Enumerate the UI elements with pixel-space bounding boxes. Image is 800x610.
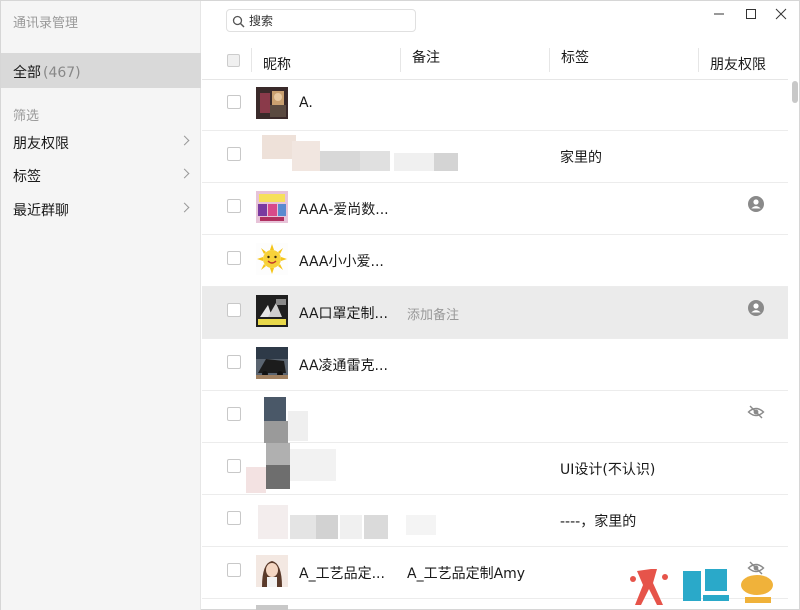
search-icon bbox=[232, 15, 245, 28]
row-checkbox[interactable] bbox=[227, 355, 241, 369]
sidebar-item-tags[interactable]: 标签 bbox=[1, 160, 201, 190]
contact-nickname: AA口罩定制... bbox=[299, 306, 388, 322]
redacted-content bbox=[262, 135, 462, 179]
avatar bbox=[256, 555, 288, 587]
app-title: 通讯录管理 bbox=[13, 16, 79, 31]
chevron-right-icon bbox=[179, 135, 190, 146]
contact-nickname: A. bbox=[299, 95, 313, 111]
table-row[interactable] bbox=[202, 391, 788, 443]
contact-tag: 家里的 bbox=[560, 150, 602, 166]
row-checkbox[interactable] bbox=[227, 563, 241, 577]
table-row[interactable]: UI设计(不认识) bbox=[202, 443, 788, 495]
select-all-checkbox[interactable] bbox=[227, 54, 240, 67]
maximize-icon bbox=[746, 9, 756, 19]
column-header-permission[interactable]: 朋友权限 bbox=[710, 54, 766, 74]
search-box[interactable] bbox=[226, 9, 416, 32]
table-row[interactable]: AAA小小爱... bbox=[202, 235, 788, 287]
contact-count: (467) bbox=[43, 65, 81, 81]
hide-moments-icon[interactable] bbox=[747, 403, 765, 421]
table-row[interactable]: ----，家里的 bbox=[202, 495, 788, 547]
contact-nickname: AA凌通雷克... bbox=[299, 358, 388, 374]
column-header-nickname[interactable]: 昵称 bbox=[263, 54, 291, 74]
contact-nickname: AAA小小爱... bbox=[299, 254, 384, 270]
sidebar-item-friend-permission[interactable]: 朋友权限 bbox=[1, 127, 201, 157]
minimize-icon bbox=[714, 13, 724, 15]
redacted-content bbox=[258, 395, 358, 443]
contact-nickname: A_工艺品定... bbox=[299, 566, 385, 582]
filter-title: 筛选 bbox=[13, 109, 40, 124]
add-remark-button[interactable]: 添加备注 bbox=[407, 304, 459, 323]
row-checkbox[interactable] bbox=[227, 251, 241, 265]
watermark-logo bbox=[627, 561, 787, 609]
avatar bbox=[256, 243, 288, 275]
sidebar-item-label: 朋友权限 bbox=[13, 136, 69, 152]
table-row[interactable]: 家里的 bbox=[202, 131, 788, 183]
redacted-content bbox=[258, 501, 448, 543]
sidebar-all-label: 全部 bbox=[13, 65, 41, 81]
chevron-right-icon bbox=[179, 168, 190, 179]
row-checkbox[interactable] bbox=[227, 95, 241, 109]
scrollbar[interactable] bbox=[792, 81, 798, 103]
row-checkbox[interactable] bbox=[227, 511, 241, 525]
avatar bbox=[256, 347, 288, 379]
chevron-right-icon bbox=[179, 202, 190, 213]
row-checkbox[interactable] bbox=[227, 303, 241, 317]
table-row[interactable]: AAA-爱尚数... bbox=[202, 183, 788, 235]
row-checkbox[interactable] bbox=[227, 199, 241, 213]
close-icon bbox=[775, 8, 787, 20]
table-row[interactable]: AA口罩定制... 添加备注 bbox=[202, 287, 788, 339]
moments-only-icon[interactable] bbox=[747, 299, 765, 317]
redacted-content bbox=[246, 443, 346, 495]
table-row[interactable]: A. bbox=[202, 79, 788, 131]
sidebar-item-label: 标签 bbox=[13, 169, 41, 185]
row-checkbox[interactable] bbox=[227, 407, 241, 421]
contact-tag: ----，家里的 bbox=[560, 514, 637, 530]
search-input[interactable] bbox=[249, 12, 409, 30]
sidebar-item-all[interactable]: 全部 (467) bbox=[1, 53, 201, 88]
column-header-tag[interactable]: 标签 bbox=[561, 47, 589, 67]
maximize-button[interactable] bbox=[741, 5, 761, 23]
sidebar-item-recent-groups[interactable]: 最近群聊 bbox=[1, 194, 201, 224]
row-checkbox[interactable] bbox=[227, 147, 241, 161]
moments-only-icon[interactable] bbox=[747, 195, 765, 213]
contacts-manager-window: 通讯录管理 全部 (467) 筛选 朋友权限 标签 最近群聊 搜索 昵称 备注 … bbox=[0, 0, 800, 610]
contact-nickname: AAA-爱尚数... bbox=[299, 202, 389, 218]
sidebar-item-label: 最近群聊 bbox=[13, 203, 69, 219]
column-header-remark[interactable]: 备注 bbox=[412, 47, 440, 67]
minimize-button[interactable] bbox=[709, 5, 729, 23]
row-checkbox[interactable] bbox=[227, 459, 241, 473]
avatar bbox=[256, 87, 288, 119]
contact-tag: UI设计(不认识) bbox=[560, 462, 656, 478]
avatar bbox=[256, 295, 288, 327]
contact-remark: A_工艺品定制Amy bbox=[407, 566, 526, 582]
table-row[interactable]: AA凌通雷克... bbox=[202, 339, 788, 391]
avatar bbox=[256, 191, 288, 223]
sidebar: 通讯录管理 全部 (467) 筛选 朋友权限 标签 最近群聊 bbox=[1, 1, 201, 610]
close-button[interactable] bbox=[771, 5, 791, 23]
